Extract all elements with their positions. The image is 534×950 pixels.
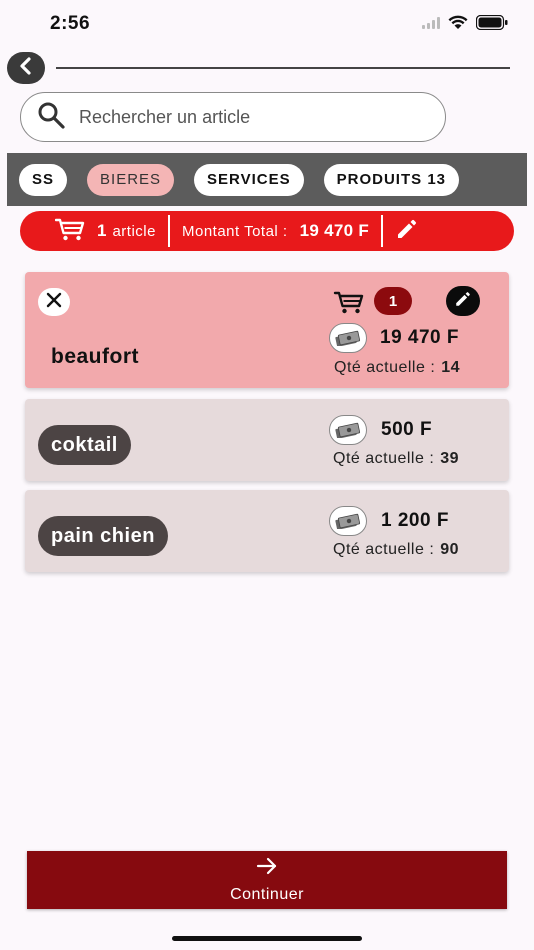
edit-cart-button[interactable] <box>395 217 419 246</box>
battery-icon <box>475 14 508 35</box>
chevron-left-icon <box>19 56 33 80</box>
status-time: 2:56 <box>50 13 91 34</box>
item-stock: Qté actuelle : 39 <box>333 450 459 468</box>
item-name: beaufort <box>51 345 139 368</box>
cart-icon <box>54 217 85 246</box>
item-name: pain chien <box>38 516 168 556</box>
item-card-beaufort[interactable]: 1 beaufort 19 470 F Qté actuelle : 14 <box>25 272 509 388</box>
arrow-right-icon <box>256 857 278 880</box>
summary-divider <box>381 215 384 247</box>
remove-item-button[interactable] <box>38 288 70 316</box>
search-input[interactable] <box>79 106 399 128</box>
item-stock: Qté actuelle : 90 <box>333 541 459 559</box>
search-icon <box>37 101 65 134</box>
status-bar: 2:56 <box>0 0 534 48</box>
pencil-icon <box>454 290 472 313</box>
money-icon <box>329 415 367 445</box>
signal-icon <box>422 16 440 34</box>
cart-summary-bar[interactable]: 1 article Montant Total : 19 470 F <box>20 211 514 251</box>
close-icon <box>46 292 62 313</box>
item-price: 500 F <box>381 419 433 440</box>
item-price: 1 200 F <box>381 510 449 531</box>
money-icon <box>329 323 367 353</box>
category-chip-services[interactable]: SERVICES <box>194 163 304 196</box>
wifi-icon <box>448 15 468 35</box>
cart-count-unit: article <box>112 222 156 240</box>
continue-button[interactable]: Continuer <box>27 851 507 909</box>
item-card-coktail[interactable]: coktail 500 F Qté actuelle : 39 <box>25 399 509 481</box>
edit-item-button[interactable] <box>446 286 480 316</box>
stock-value: 39 <box>440 450 460 467</box>
total-label: Montant Total : <box>181 222 288 240</box>
stock-label: Qté actuelle : <box>334 359 436 376</box>
item-price: 19 470 F <box>380 327 459 348</box>
stock-value: 14 <box>441 359 461 376</box>
category-bar: SS BIERES SERVICES PRODUITS 13 <box>7 153 527 206</box>
total-value: 19 470 F <box>299 221 370 240</box>
stock-label: Qté actuelle : <box>333 541 435 558</box>
back-button[interactable] <box>7 52 45 84</box>
category-chip-produits-13[interactable]: PRODUITS 13 <box>323 163 459 196</box>
home-indicator <box>172 936 362 941</box>
status-icons <box>422 14 508 35</box>
nav-divider <box>56 67 510 69</box>
category-chip-bieres[interactable]: BIERES <box>87 163 175 196</box>
cart-summary-count: 1 article <box>54 217 156 246</box>
item-name: coktail <box>38 425 131 465</box>
stock-value: 90 <box>440 541 460 558</box>
pencil-icon <box>395 217 419 246</box>
item-stock: Qté actuelle : 14 <box>334 359 460 377</box>
item-card-pain-chien[interactable]: pain chien 1 200 F Qté actuelle : 90 <box>25 490 509 572</box>
cart-count: 1 <box>97 221 107 240</box>
continue-label: Continuer <box>230 885 304 903</box>
quantity-badge: 1 <box>374 287 412 315</box>
money-icon <box>329 506 367 536</box>
search-box[interactable] <box>20 92 446 142</box>
category-chip-ss[interactable]: SS <box>19 163 68 196</box>
cart-icon <box>333 290 365 319</box>
nav-row <box>0 50 534 86</box>
stock-label: Qté actuelle : <box>333 450 435 467</box>
summary-divider <box>167 215 170 247</box>
